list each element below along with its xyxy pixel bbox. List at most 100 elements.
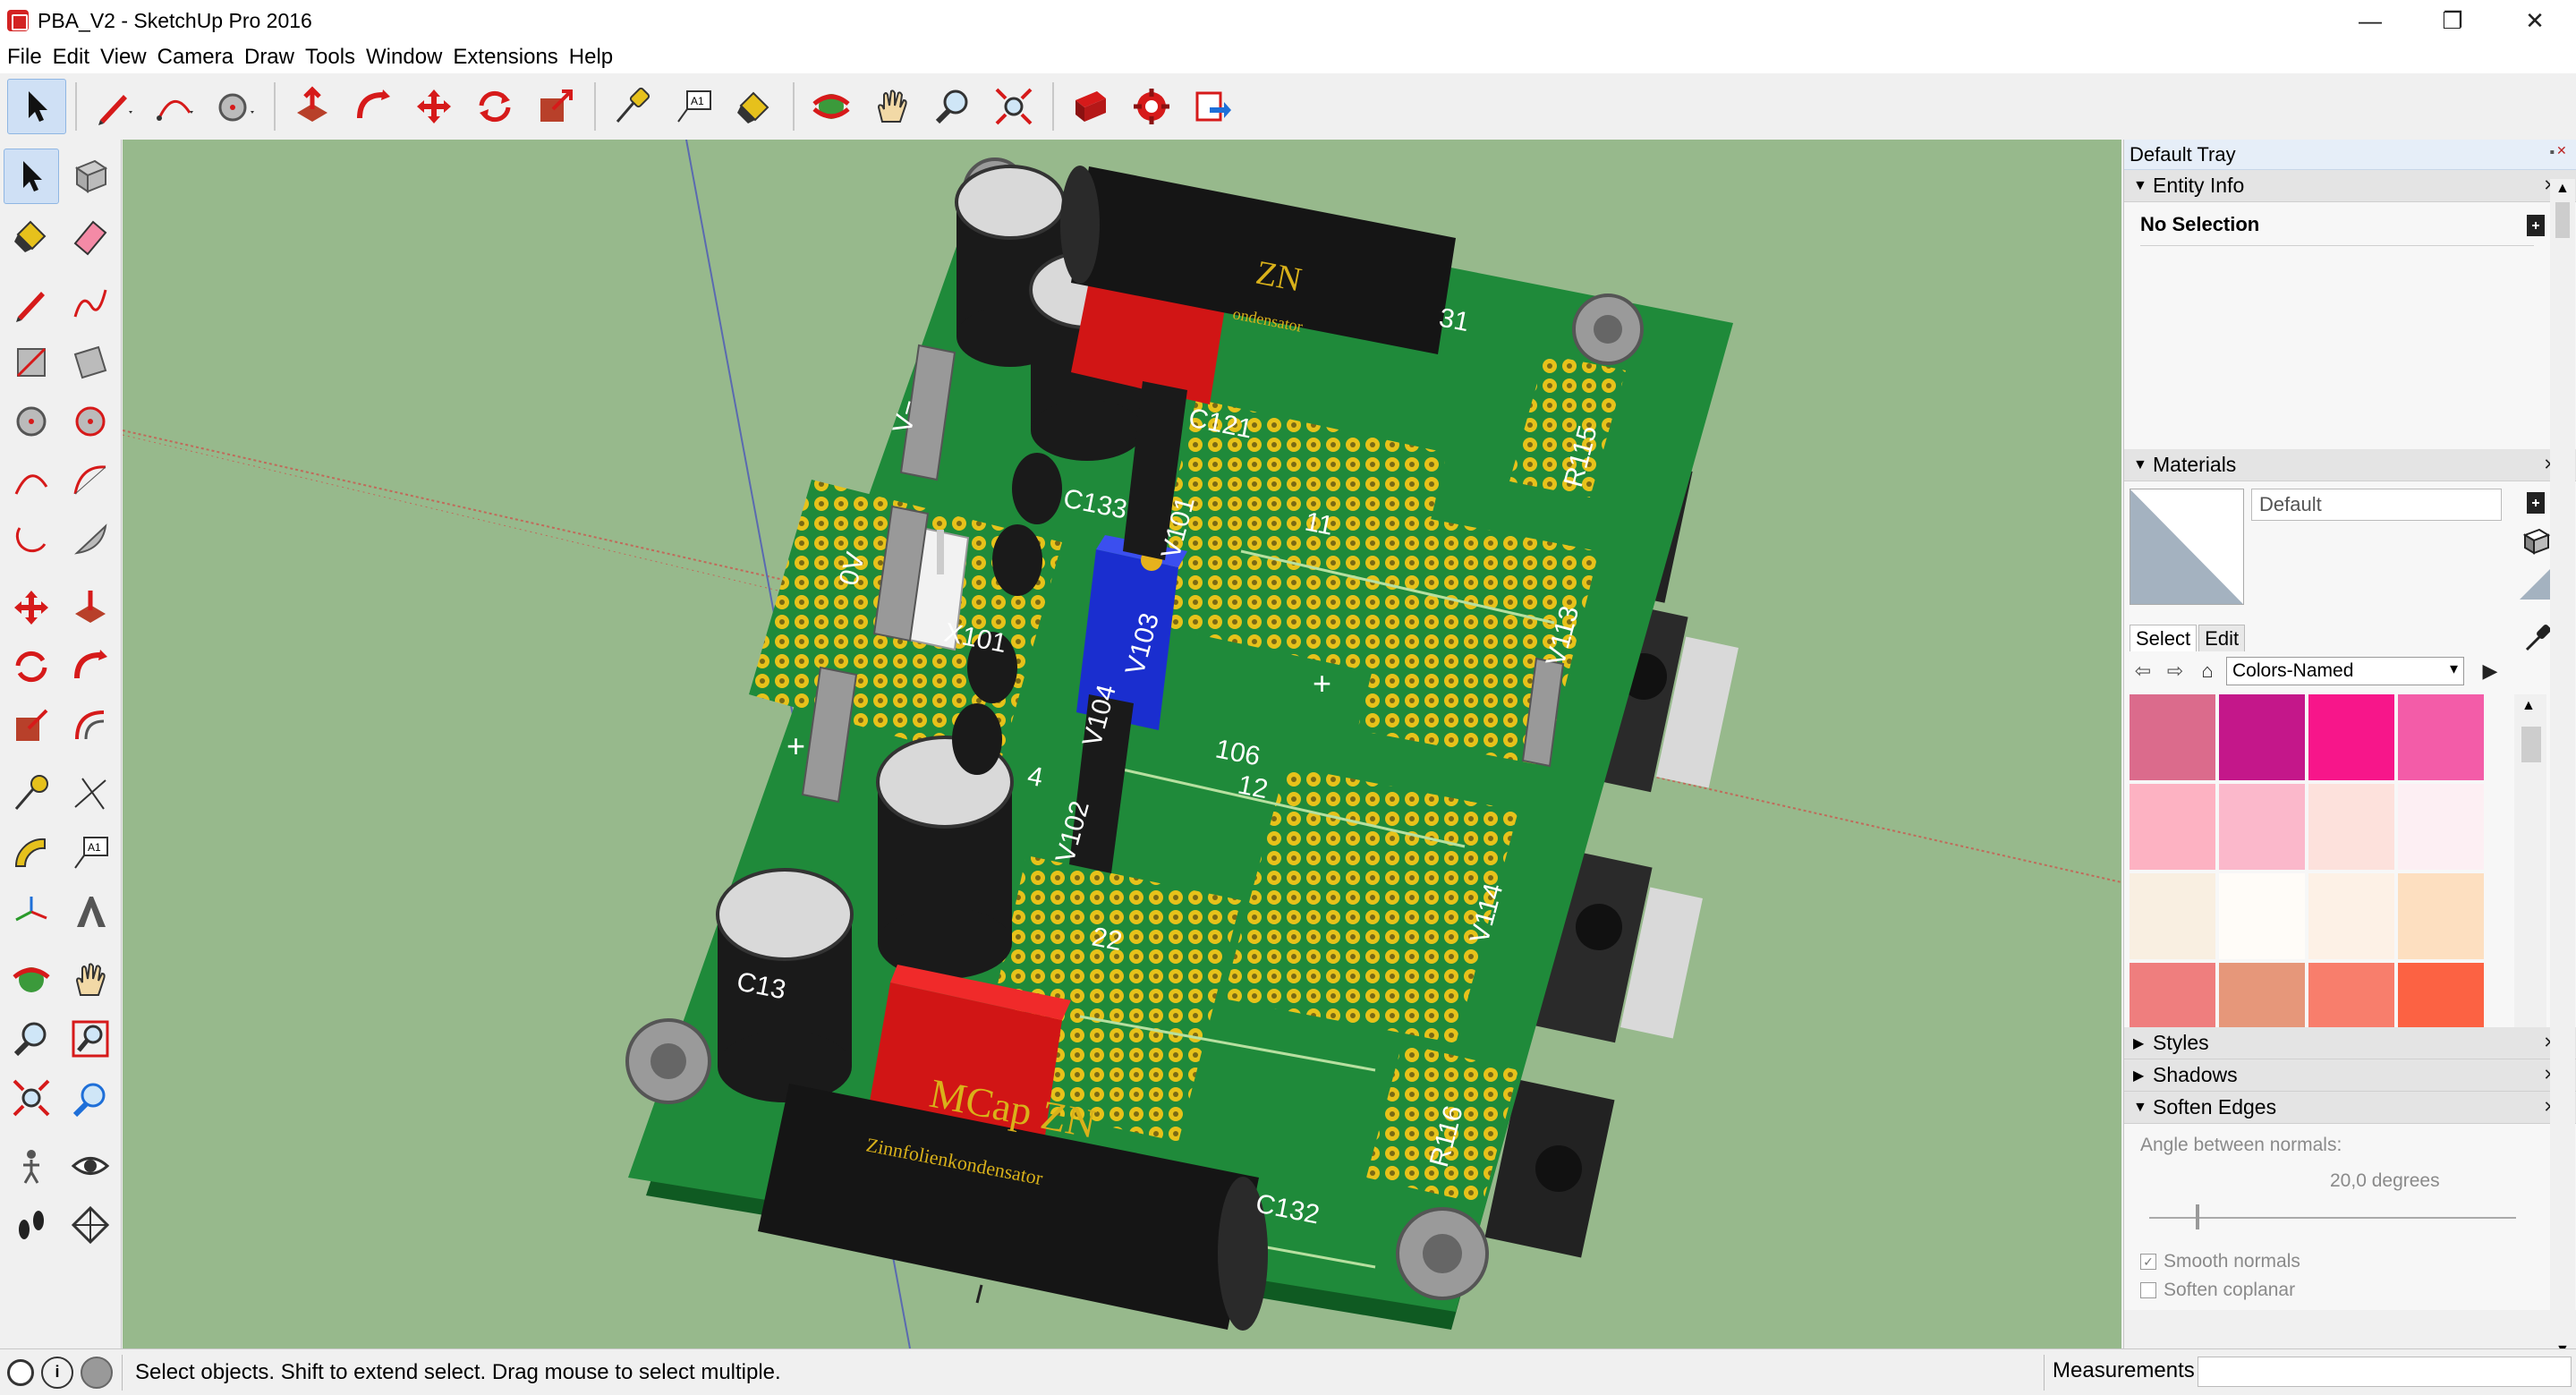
select-tool-button[interactable] (7, 79, 66, 134)
scroll-up-icon[interactable]: ▲ (2521, 698, 2536, 714)
select-button[interactable] (3, 149, 59, 204)
zoom-extents-button[interactable] (984, 79, 1043, 134)
forward-arrow-icon[interactable]: ⇨ (2162, 658, 2189, 685)
scale-button[interactable] (4, 698, 59, 753)
tray-scroll-thumb[interactable] (2555, 202, 2570, 238)
arc-button[interactable] (4, 453, 59, 508)
menu-camera[interactable]: Camera (154, 45, 241, 70)
previous-view-button[interactable] (63, 1070, 118, 1126)
orbit-button[interactable] (802, 79, 861, 134)
polygon-button[interactable] (63, 394, 118, 449)
rotated-rectangle-button[interactable] (63, 335, 118, 390)
scale-tool-button[interactable] (526, 79, 585, 134)
back-arrow-icon[interactable]: ⇦ (2130, 658, 2156, 685)
material-swatch[interactable] (2398, 694, 2484, 780)
protractor-button[interactable] (4, 825, 59, 880)
arc-tool-button[interactable] (145, 79, 204, 134)
close-button[interactable]: ✕ (2494, 0, 2576, 41)
follow-me-tool-button[interactable] (63, 639, 118, 694)
home-icon[interactable]: ⌂ (2194, 658, 2221, 685)
rectangle-button[interactable] (4, 335, 59, 390)
walk-button[interactable] (4, 1197, 59, 1253)
pie-button[interactable] (63, 512, 118, 567)
create-material-icon[interactable] (2521, 526, 2552, 557)
soften-coplanar-row[interactable]: Soften coplanar (2140, 1280, 2295, 1301)
material-library-select[interactable]: Colors-Named (2226, 657, 2464, 685)
layout-send-button[interactable] (1183, 79, 1242, 134)
menu-view[interactable]: View (97, 45, 154, 70)
move-button[interactable] (4, 580, 59, 635)
smooth-normals-row[interactable]: ✓ Smooth normals (2140, 1251, 2300, 1272)
pin-icon[interactable]: ▪ (2549, 145, 2555, 161)
entity-info-header[interactable]: ▼ Entity Info ✕ (2124, 170, 2576, 202)
menu-draw[interactable]: Draw (241, 45, 302, 70)
tray-close-icon[interactable]: ✕ (2556, 143, 2571, 157)
scroll-up-icon[interactable]: ▲ (2555, 181, 2570, 197)
rotate-button[interactable] (4, 639, 59, 694)
paint-button[interactable] (4, 208, 59, 263)
material-swatch[interactable] (2308, 873, 2394, 959)
circle-button[interactable] (4, 394, 59, 449)
swatches-scroll-thumb[interactable] (2521, 727, 2541, 762)
shape-tool-button[interactable] (206, 79, 265, 134)
details-toggle-icon[interactable] (2525, 213, 2546, 238)
axes-button[interactable] (4, 884, 59, 940)
soften-edges-header[interactable]: ▼ Soften Edges ✕ (2124, 1092, 2576, 1124)
three-point-arc-button[interactable] (4, 512, 59, 567)
offset-button[interactable] (63, 698, 118, 753)
styles-header[interactable]: ▶ Styles ✕ (2124, 1027, 2576, 1059)
minimize-button[interactable]: — (2329, 0, 2411, 41)
smooth-normals-checkbox[interactable]: ✓ (2140, 1254, 2156, 1270)
dimension-button[interactable] (63, 766, 118, 821)
swatches-scrollbar[interactable]: ▲ ▼ (2514, 694, 2546, 1052)
material-swatch[interactable] (2130, 784, 2215, 870)
tape-measure-button[interactable] (603, 79, 662, 134)
line-button[interactable] (4, 276, 59, 331)
user-icon[interactable] (81, 1356, 113, 1389)
follow-me-button[interactable] (344, 79, 403, 134)
paint-bucket-button[interactable] (725, 79, 784, 134)
tab-edit[interactable]: Edit (2198, 625, 2246, 651)
zoom-button[interactable] (923, 79, 982, 134)
soften-coplanar-checkbox[interactable] (2140, 1282, 2156, 1298)
material-swatch[interactable] (2219, 784, 2305, 870)
pan-tool-button[interactable] (63, 952, 118, 1008)
menu-tools[interactable]: Tools (302, 45, 362, 70)
angle-slider-thumb[interactable] (2196, 1204, 2199, 1229)
model-viewport[interactable]: ZN ondensator C121 C133 31 V− 0V X101 V1… (123, 140, 2121, 1348)
angle-slider-track[interactable] (2149, 1217, 2516, 1219)
warehouse-button[interactable] (1061, 79, 1120, 134)
material-swatch[interactable] (2398, 784, 2484, 870)
geolocation-icon[interactable] (7, 1358, 34, 1386)
material-swatch[interactable] (2308, 784, 2394, 870)
push-pull-tool-button[interactable] (63, 580, 118, 635)
move-tool-button[interactable] (404, 79, 463, 134)
materials-header[interactable]: ▼ Materials ✕ (2124, 449, 2576, 481)
3d-text-button[interactable] (63, 884, 118, 940)
material-swatch[interactable] (2398, 873, 2484, 959)
rotate-tool-button[interactable] (465, 79, 524, 134)
info-icon[interactable]: i (41, 1356, 73, 1389)
look-around-button[interactable] (63, 1138, 118, 1194)
library-details-icon[interactable]: ▶ (2477, 658, 2504, 685)
material-preview[interactable] (2130, 489, 2244, 605)
tray-scrollbar[interactable]: ▲ ▼ (2550, 179, 2575, 1357)
eyedropper-icon[interactable] (2521, 621, 2554, 653)
material-swatch[interactable] (2308, 694, 2394, 780)
tab-select[interactable]: Select (2130, 625, 2198, 651)
pan-button[interactable] (863, 79, 922, 134)
sketchup-app-icon[interactable] (7, 10, 29, 31)
extension-warehouse-button[interactable] (1122, 79, 1181, 134)
material-swatch[interactable] (2219, 873, 2305, 959)
menu-edit[interactable]: Edit (49, 45, 97, 70)
material-swatch[interactable] (2219, 694, 2305, 780)
menu-file[interactable]: File (4, 45, 49, 70)
menu-extensions[interactable]: Extensions (449, 45, 565, 70)
zoom-extents-tool-button[interactable] (4, 1070, 59, 1126)
text-tool-button[interactable]: A1 (664, 79, 723, 134)
restore-button[interactable]: ❐ (2411, 0, 2494, 41)
tape-button[interactable] (4, 766, 59, 821)
menu-window[interactable]: Window (362, 45, 449, 70)
text-button[interactable]: A1 (63, 825, 118, 880)
material-swatch[interactable] (2130, 873, 2215, 959)
